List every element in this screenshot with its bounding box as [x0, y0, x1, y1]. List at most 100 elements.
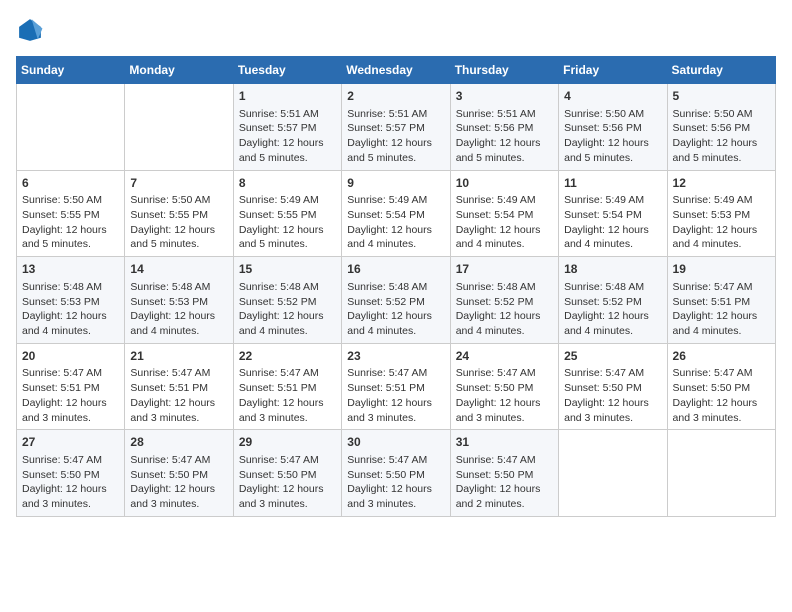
day-number: 13	[22, 261, 119, 278]
day-info: Daylight: 12 hours	[456, 396, 553, 411]
day-info: and 4 minutes.	[673, 324, 770, 339]
day-info: Sunrise: 5:49 AM	[456, 193, 553, 208]
day-number: 29	[239, 434, 336, 451]
day-info: Sunset: 5:50 PM	[347, 468, 444, 483]
day-info: Sunset: 5:51 PM	[347, 381, 444, 396]
week-row-2: 6Sunrise: 5:50 AMSunset: 5:55 PMDaylight…	[17, 170, 776, 257]
day-info: and 4 minutes.	[564, 324, 661, 339]
day-cell: 25Sunrise: 5:47 AMSunset: 5:50 PMDayligh…	[559, 343, 667, 430]
day-number: 21	[130, 348, 227, 365]
day-cell: 5Sunrise: 5:50 AMSunset: 5:56 PMDaylight…	[667, 84, 775, 171]
page-header	[16, 16, 776, 44]
day-info: and 3 minutes.	[564, 411, 661, 426]
day-info: Sunset: 5:53 PM	[673, 208, 770, 223]
day-cell: 21Sunrise: 5:47 AMSunset: 5:51 PMDayligh…	[125, 343, 233, 430]
day-info: Daylight: 12 hours	[239, 223, 336, 238]
column-header-saturday: Saturday	[667, 57, 775, 84]
day-cell: 8Sunrise: 5:49 AMSunset: 5:55 PMDaylight…	[233, 170, 341, 257]
day-info: Daylight: 12 hours	[347, 309, 444, 324]
day-number: 6	[22, 175, 119, 192]
day-info: Sunrise: 5:47 AM	[456, 453, 553, 468]
day-info: Sunset: 5:50 PM	[673, 381, 770, 396]
day-number: 15	[239, 261, 336, 278]
day-number: 20	[22, 348, 119, 365]
day-info: Sunset: 5:50 PM	[22, 468, 119, 483]
day-info: Sunrise: 5:47 AM	[564, 366, 661, 381]
day-info: and 3 minutes.	[22, 497, 119, 512]
day-number: 25	[564, 348, 661, 365]
day-info: Sunrise: 5:47 AM	[456, 366, 553, 381]
day-number: 27	[22, 434, 119, 451]
day-info: Sunset: 5:53 PM	[130, 295, 227, 310]
day-cell: 13Sunrise: 5:48 AMSunset: 5:53 PMDayligh…	[17, 257, 125, 344]
day-number: 4	[564, 88, 661, 105]
day-info: and 5 minutes.	[456, 151, 553, 166]
day-cell: 1Sunrise: 5:51 AMSunset: 5:57 PMDaylight…	[233, 84, 341, 171]
day-info: and 4 minutes.	[673, 237, 770, 252]
day-cell: 19Sunrise: 5:47 AMSunset: 5:51 PMDayligh…	[667, 257, 775, 344]
day-cell: 28Sunrise: 5:47 AMSunset: 5:50 PMDayligh…	[125, 430, 233, 517]
column-header-sunday: Sunday	[17, 57, 125, 84]
day-info: Daylight: 12 hours	[130, 396, 227, 411]
day-info: Sunrise: 5:47 AM	[347, 366, 444, 381]
day-number: 24	[456, 348, 553, 365]
logo-icon	[16, 16, 44, 44]
day-info: and 4 minutes.	[456, 237, 553, 252]
day-number: 28	[130, 434, 227, 451]
day-info: Sunset: 5:55 PM	[22, 208, 119, 223]
day-info: Sunrise: 5:48 AM	[456, 280, 553, 295]
day-info: Daylight: 12 hours	[564, 136, 661, 151]
day-info: Daylight: 12 hours	[456, 223, 553, 238]
day-info: Sunset: 5:50 PM	[130, 468, 227, 483]
day-info: Daylight: 12 hours	[673, 396, 770, 411]
day-cell: 14Sunrise: 5:48 AMSunset: 5:53 PMDayligh…	[125, 257, 233, 344]
day-cell: 29Sunrise: 5:47 AMSunset: 5:50 PMDayligh…	[233, 430, 341, 517]
day-info: and 4 minutes.	[239, 324, 336, 339]
day-cell: 23Sunrise: 5:47 AMSunset: 5:51 PMDayligh…	[342, 343, 450, 430]
day-cell: 3Sunrise: 5:51 AMSunset: 5:56 PMDaylight…	[450, 84, 558, 171]
day-info: Sunrise: 5:48 AM	[564, 280, 661, 295]
day-info: Sunrise: 5:50 AM	[130, 193, 227, 208]
day-info: and 3 minutes.	[130, 497, 227, 512]
day-cell: 17Sunrise: 5:48 AMSunset: 5:52 PMDayligh…	[450, 257, 558, 344]
day-info: Sunrise: 5:47 AM	[130, 453, 227, 468]
day-info: and 4 minutes.	[456, 324, 553, 339]
day-info: Sunrise: 5:47 AM	[239, 366, 336, 381]
column-header-wednesday: Wednesday	[342, 57, 450, 84]
day-info: Sunrise: 5:47 AM	[239, 453, 336, 468]
day-number: 30	[347, 434, 444, 451]
day-info: Sunrise: 5:49 AM	[239, 193, 336, 208]
day-info: Sunset: 5:55 PM	[239, 208, 336, 223]
day-info: and 3 minutes.	[673, 411, 770, 426]
day-cell: 12Sunrise: 5:49 AMSunset: 5:53 PMDayligh…	[667, 170, 775, 257]
calendar-header: SundayMondayTuesdayWednesdayThursdayFrid…	[17, 57, 776, 84]
day-number: 17	[456, 261, 553, 278]
column-header-thursday: Thursday	[450, 57, 558, 84]
day-info: Daylight: 12 hours	[673, 223, 770, 238]
day-info: Sunrise: 5:47 AM	[22, 366, 119, 381]
day-info: Daylight: 12 hours	[130, 223, 227, 238]
logo	[16, 16, 48, 44]
day-info: Sunrise: 5:47 AM	[673, 280, 770, 295]
day-number: 31	[456, 434, 553, 451]
day-info: Daylight: 12 hours	[130, 309, 227, 324]
day-info: Sunrise: 5:47 AM	[673, 366, 770, 381]
day-info: Daylight: 12 hours	[564, 396, 661, 411]
day-info: Sunset: 5:51 PM	[673, 295, 770, 310]
day-info: Sunset: 5:50 PM	[564, 381, 661, 396]
day-info: Daylight: 12 hours	[347, 482, 444, 497]
day-info: Daylight: 12 hours	[673, 136, 770, 151]
day-info: and 5 minutes.	[22, 237, 119, 252]
day-info: Sunrise: 5:51 AM	[347, 107, 444, 122]
day-info: and 3 minutes.	[347, 497, 444, 512]
day-cell: 24Sunrise: 5:47 AMSunset: 5:50 PMDayligh…	[450, 343, 558, 430]
day-number: 18	[564, 261, 661, 278]
day-cell: 16Sunrise: 5:48 AMSunset: 5:52 PMDayligh…	[342, 257, 450, 344]
day-cell: 6Sunrise: 5:50 AMSunset: 5:55 PMDaylight…	[17, 170, 125, 257]
day-info: Sunset: 5:50 PM	[456, 381, 553, 396]
day-cell	[17, 84, 125, 171]
day-info: Daylight: 12 hours	[347, 396, 444, 411]
day-cell: 18Sunrise: 5:48 AMSunset: 5:52 PMDayligh…	[559, 257, 667, 344]
day-info: Sunset: 5:54 PM	[564, 208, 661, 223]
day-cell: 10Sunrise: 5:49 AMSunset: 5:54 PMDayligh…	[450, 170, 558, 257]
